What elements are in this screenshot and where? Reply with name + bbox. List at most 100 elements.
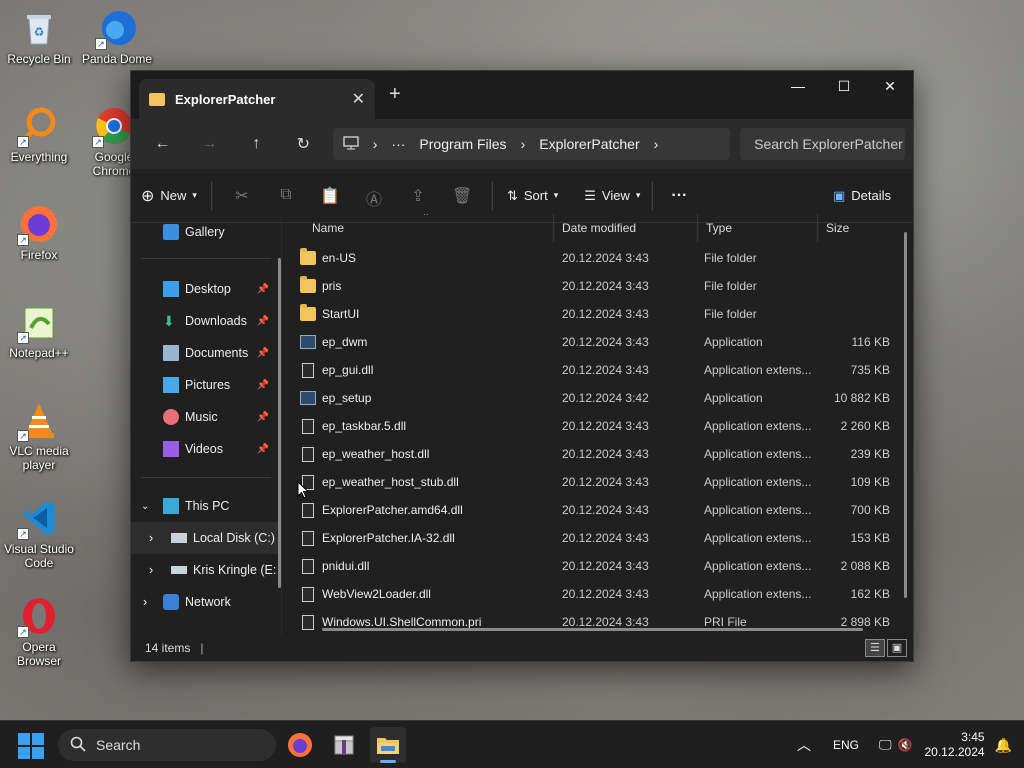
sidebar-item-documents[interactable]: Documents 📌 <box>131 337 281 369</box>
more-options-button[interactable]: ··· <box>671 187 687 205</box>
pin-icon[interactable]: 📌 <box>257 284 269 295</box>
view-button[interactable]: ☰ View ▾ <box>584 188 640 204</box>
window-controls: — ☐ ✕ <box>775 71 913 101</box>
table-row[interactable]: ep_setup 20.12.2024 3:42 Application 10 882… <box>282 384 913 412</box>
table-row[interactable]: en-US 20.12.2024 3:43 File folder <box>282 244 913 272</box>
volume-muted-icon[interactable]: 🔇 <box>898 738 913 752</box>
table-row[interactable]: ep_taskbar.5.dll 20.12.2024 3:43 Applicati… <box>282 412 913 440</box>
monitor-icon[interactable] <box>343 135 359 153</box>
table-row[interactable]: ep_weather_host_stub.dll 20.12.2024 3:43 A… <box>282 468 913 496</box>
vertical-scrollbar[interactable] <box>904 232 907 598</box>
rename-icon[interactable]: Ⓐ <box>364 186 384 209</box>
horizontal-scrollbar[interactable] <box>322 628 863 631</box>
mouse-cursor-icon <box>297 480 310 502</box>
chevron-down-icon[interactable]: ⌄ <box>141 501 149 512</box>
file-name-cell: ep_setup <box>282 391 554 405</box>
up-button[interactable]: ↑ <box>233 135 280 153</box>
desktop-icon-vlc[interactable]: ↗ VLC media player <box>1 400 77 472</box>
column-header-size[interactable]: Size <box>818 214 890 242</box>
table-row[interactable]: pnidui.dll 20.12.2024 3:43 Application ext… <box>282 552 913 580</box>
desktop-icon-panda-dome[interactable]: ↗ Panda Dome <box>79 8 155 66</box>
details-pane-button[interactable]: ▣ Details <box>833 188 891 204</box>
breadcrumb[interactable]: › ··· Program Files › ExplorerPatcher › <box>332 128 731 160</box>
folder-icon <box>300 304 316 321</box>
pin-icon[interactable]: 📌 <box>257 412 269 423</box>
sidebar-item-gallery[interactable]: Gallery <box>131 216 281 248</box>
table-row[interactable]: ep_dwm 20.12.2024 3:43 Application 116 KB <box>282 328 913 356</box>
copy-icon[interactable]: ⧉ <box>276 186 296 206</box>
desktop-icon-firefox[interactable]: ↗ Firefox <box>1 204 77 262</box>
taskbar-search[interactable]: Search <box>58 729 276 761</box>
pin-icon[interactable]: 📌 <box>257 380 269 391</box>
windows-start-icon[interactable] <box>18 733 44 759</box>
sidebar-item-downloads[interactable]: ⬇ Downloads 📌 <box>131 305 281 337</box>
chevron-right-icon[interactable]: › <box>143 595 147 609</box>
chevron-up-icon[interactable]: ︿ <box>797 735 811 755</box>
table-row[interactable]: StartUI 20.12.2024 3:43 File folder <box>282 300 913 328</box>
breadcrumb-program-files[interactable]: Program Files <box>419 136 506 152</box>
new-tab-button[interactable]: + <box>389 83 401 106</box>
close-button[interactable]: ✕ <box>867 71 913 101</box>
desktop-icon-opera[interactable]: ↗ Opera Browser <box>1 596 77 668</box>
pin-icon[interactable]: 📌 <box>257 316 269 327</box>
desktop-icon-notepadpp[interactable]: ↗ Notepad++ <box>1 302 77 360</box>
table-row[interactable]: WebView2Loader.dll 20.12.2024 3:43 Applica… <box>282 580 913 608</box>
details-view-icon[interactable]: ☰ <box>865 639 885 657</box>
sidebar-item-kris-kringle[interactable]: › Kris Kringle (E: <box>131 554 281 586</box>
chevron-right-icon[interactable]: › <box>149 531 153 545</box>
cut-icon[interactable]: ✂ <box>232 186 252 206</box>
folder-icon <box>149 92 165 106</box>
network-icon[interactable]: 🖵 <box>879 737 892 753</box>
new-button[interactable]: ⊕ New ▾ <box>141 186 197 206</box>
column-header-type[interactable]: Type <box>698 214 818 242</box>
table-row[interactable]: ep_gui.dll 20.12.2024 3:43 Application ext… <box>282 356 913 384</box>
back-button[interactable]: ← <box>139 135 186 153</box>
share-icon[interactable]: ⇪ <box>408 186 428 206</box>
minimize-button[interactable]: — <box>775 71 821 101</box>
search-input[interactable]: Search ExplorerPatcher <box>740 128 906 160</box>
table-row[interactable]: ep_weather_host.dll 20.12.2024 3:43 Applic… <box>282 440 913 468</box>
toolbar-divider <box>210 181 212 210</box>
chevron-right-icon[interactable]: › <box>654 136 659 152</box>
desktop-icon-recycle-bin[interactable]: ♻ Recycle Bin <box>1 8 77 66</box>
file-type: Application extens... <box>704 503 812 517</box>
desktop-icon-vscode[interactable]: ↗ Visual Studio Code <box>1 498 77 570</box>
chevron-right-icon[interactable]: › <box>149 563 153 577</box>
delete-icon[interactable]: 🗑 <box>452 186 472 206</box>
maximize-button[interactable]: ☐ <box>821 71 867 101</box>
tab-close-icon[interactable]: ✕ <box>352 89 365 109</box>
pin-icon[interactable]: 📌 <box>257 348 269 359</box>
tab-explorerpatcher[interactable]: ExplorerPatcher ✕ <box>139 79 375 119</box>
sidebar-item-music[interactable]: Music 📌 <box>131 401 281 433</box>
tiles-view-icon[interactable]: ▣ <box>887 639 907 657</box>
breadcrumb-overflow[interactable]: ··· <box>391 136 405 152</box>
sidebar-item-videos[interactable]: Videos 📌 <box>131 433 281 465</box>
sidebar-item-pictures[interactable]: Pictures 📌 <box>131 369 281 401</box>
language-indicator[interactable]: ENG <box>833 738 859 752</box>
forward-button[interactable]: → <box>186 135 233 153</box>
sort-button[interactable]: ⇅ Sort ▾ <box>507 188 558 204</box>
toolbar-divider <box>491 181 493 210</box>
sidebar-item-this-pc[interactable]: ⌄ This PC <box>131 490 281 522</box>
file-name-cell: ep_weather_host_stub.dll <box>282 474 554 490</box>
taskbar: Search ︿ ENG 🖵 🔇 3:45 20.12.2024 🔔 <box>0 720 1024 768</box>
table-row[interactable]: ExplorerPatcher.IA-32.dll 20.12.2024 3:43… <box>282 524 913 552</box>
sidebar-item-network[interactable]: › Network <box>131 586 281 618</box>
sidebar-item-local-disk[interactable]: › Local Disk (C:) <box>131 522 281 554</box>
taskbar-winrar[interactable] <box>326 727 362 763</box>
column-header-date[interactable]: Date modified <box>554 214 698 242</box>
sidebar-item-desktop[interactable]: Desktop 📌 <box>131 273 281 305</box>
taskbar-file-explorer[interactable] <box>370 727 406 763</box>
notification-bell-icon[interactable]: 🔔 <box>995 737 1012 754</box>
pin-icon[interactable]: 📌 <box>257 444 269 455</box>
clock[interactable]: 3:45 20.12.2024 <box>925 730 985 760</box>
column-header-name[interactable]: Name <box>282 214 554 242</box>
view-toggles: ☰ ▣ <box>865 639 907 657</box>
breadcrumb-explorerpatcher[interactable]: ExplorerPatcher <box>539 136 639 152</box>
table-row[interactable]: pris 20.12.2024 3:43 File folder <box>282 272 913 300</box>
paste-icon[interactable]: 📋 <box>320 186 340 206</box>
taskbar-firefox[interactable] <box>282 727 318 763</box>
refresh-button[interactable]: ↻ <box>280 134 327 154</box>
desktop-icon-everything[interactable]: ↗ Everything <box>1 106 77 164</box>
table-row[interactable]: ExplorerPatcher.amd64.dll 20.12.2024 3:43… <box>282 496 913 524</box>
